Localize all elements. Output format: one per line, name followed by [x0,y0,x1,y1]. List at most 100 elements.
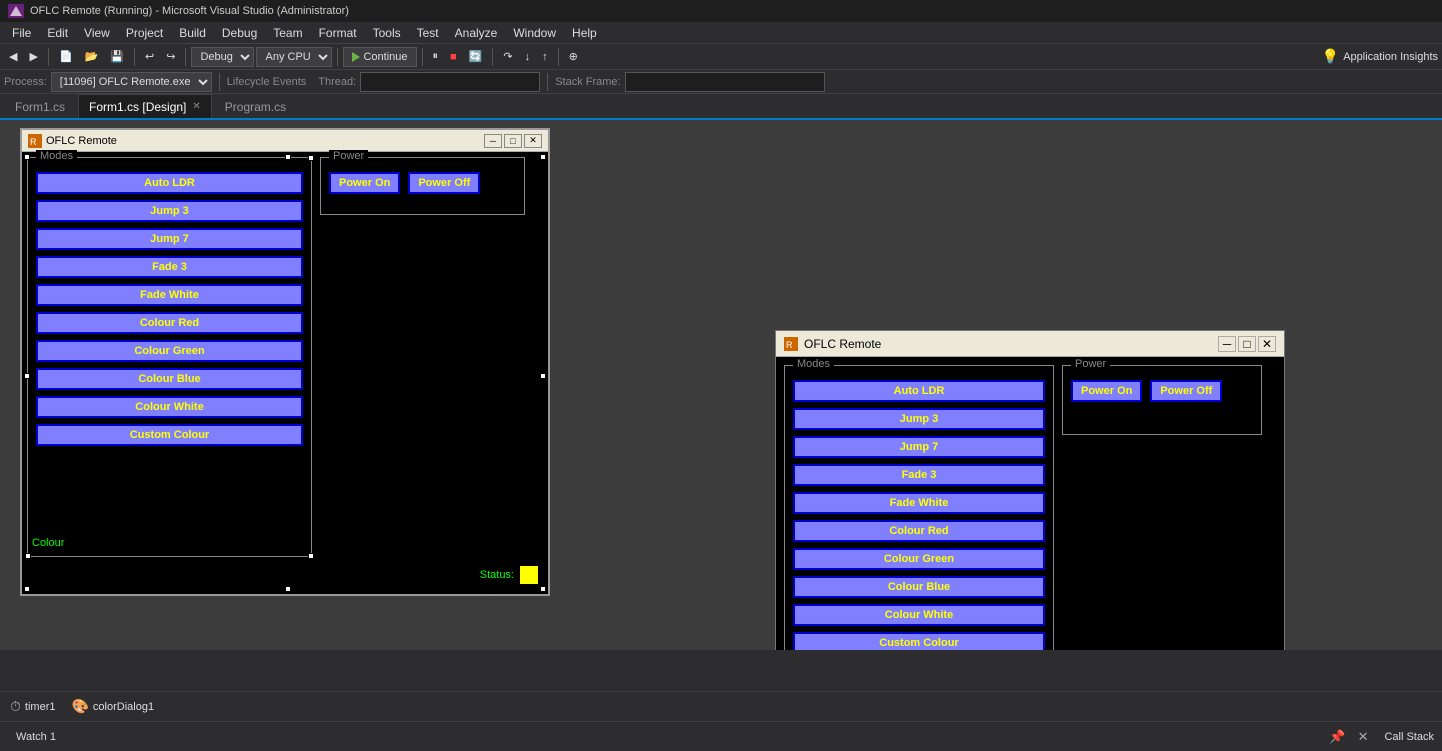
runtime-title: OFLC Remote [804,337,881,351]
designer-colour-red-btn[interactable]: Colour Red [36,312,303,334]
cpu-select[interactable]: Any CPU [256,47,332,67]
menu-tools[interactable]: Tools [365,24,409,42]
tb-sep-7 [558,48,559,66]
tb-sep-3 [185,48,186,66]
sel-handle-bm[interactable] [285,586,291,592]
designer-auto-ldr-btn[interactable]: Auto LDR [36,172,303,194]
tb-pause-btn[interactable]: ⏸ [428,46,444,68]
runtime-colour-white-btn[interactable]: Colour White [793,604,1045,626]
tb-step-out[interactable]: ↑ [537,46,553,68]
designer-minimize-btn[interactable]: ─ [484,134,502,148]
runtime-fade3-btn[interactable]: Fade 3 [793,464,1045,486]
close-panel-btn[interactable]: ✕ [1354,727,1373,747]
sel-handle-tm[interactable] [285,154,291,160]
designer-custom-colour-btn[interactable]: Custom Colour [36,424,303,446]
tb-step-over[interactable]: ↷ [498,46,517,68]
tb-step-into[interactable]: ↓ [520,46,536,68]
tab-form1-cs-design-label: Form1.cs [Design] [89,100,186,114]
tb-undo-btn[interactable]: ↩ [140,46,159,68]
tb-breakpoints[interactable]: ⊕ [564,46,583,68]
tab-program-cs[interactable]: Program.cs [214,94,297,118]
designer-power-off-btn[interactable]: Power Off [408,172,480,194]
sel-handle-tr[interactable] [540,154,546,160]
sel-handle-bl[interactable] [24,586,30,592]
color-dialog-label: colorDialog1 [93,701,154,713]
toolbar: ◀ ▶ 📄 📂 💾 ↩ ↪ Debug Any CPU Continue ⏸ ■… [0,44,1442,70]
runtime-colour-blue-btn[interactable]: Colour Blue [793,576,1045,598]
runtime-power-off-btn[interactable]: Power Off [1150,380,1222,402]
designer-modes-label: Modes [36,150,77,162]
menu-test[interactable]: Test [409,24,447,42]
runtime-window: R OFLC Remote ─ □ ✕ Modes Auto LDR Jump … [775,330,1285,650]
runtime-colour-red-btn[interactable]: Colour Red [793,520,1045,542]
menu-build[interactable]: Build [171,24,214,42]
designer-jump7-btn[interactable]: Jump 7 [36,228,303,250]
menu-view[interactable]: View [76,24,118,42]
tb-stop-btn[interactable]: ■ [445,46,462,68]
menu-window[interactable]: Window [505,24,564,42]
timer1-tray-item: ⏱ timer1 [10,698,55,715]
stack-frame-input[interactable] [625,72,825,92]
designer-fade-white-btn[interactable]: Fade White [36,284,303,306]
designer-fade3-btn[interactable]: Fade 3 [36,256,303,278]
runtime-power-on-btn[interactable]: Power On [1071,380,1142,402]
tb-forward-btn[interactable]: ▶ [24,46,42,68]
tab-form1-cs-design[interactable]: Form1.cs [Design] ✕ [78,94,212,118]
designer-colour-white-btn[interactable]: Colour White [36,396,303,418]
designer-modes-group: Modes Auto LDR Jump 3 Jump 7 Fade 3 Fade… [27,157,312,557]
tb-redo-btn[interactable]: ↪ [161,46,180,68]
tab-form1-cs-design-close[interactable]: ✕ [192,101,200,112]
tb-new-btn[interactable]: 📄 [54,46,78,68]
runtime-custom-colour-btn[interactable]: Custom Colour [793,632,1045,650]
continue-button[interactable]: Continue [343,47,416,67]
debug-mode-select[interactable]: Debug [191,47,254,67]
designer-maximize-btn[interactable]: □ [504,134,522,148]
designer-colour-blue-btn[interactable]: Colour Blue [36,368,303,390]
runtime-fade-white-btn[interactable]: Fade White [793,492,1045,514]
designer-window: R OFLC Remote ─ □ ✕ [20,128,550,596]
runtime-jump3-btn[interactable]: Jump 3 [793,408,1045,430]
process-label: Process: [4,76,47,88]
tb-open-btn[interactable]: 📂 [80,46,104,68]
watch1-tab[interactable]: Watch 1 [8,729,64,745]
tab-program-cs-label: Program.cs [225,100,286,114]
tb-back-btn[interactable]: ◀ [4,46,22,68]
thread-input[interactable] [360,72,540,92]
pin-icon-btn[interactable]: 📌 [1325,727,1349,747]
runtime-colour-green-btn[interactable]: Colour Green [793,548,1045,570]
designer-colour-green-btn[interactable]: Colour Green [36,340,303,362]
runtime-jump7-btn[interactable]: Jump 7 [793,436,1045,458]
designer-close-btn[interactable]: ✕ [524,134,542,148]
menu-team[interactable]: Team [265,24,310,42]
sel-handle-ml[interactable] [24,373,30,379]
menu-edit[interactable]: Edit [39,24,76,42]
runtime-minimize-btn[interactable]: ─ [1218,336,1236,352]
main-content: R OFLC Remote ─ □ ✕ [0,120,1442,650]
process-select[interactable]: [11096] OFLC Remote.exe [51,72,212,92]
lifecycle-label: Lifecycle Events [227,76,306,88]
tab-form1-cs[interactable]: Form1.cs [4,94,76,118]
application-insights-button[interactable]: 💡 Application Insights [1322,48,1438,65]
designer-power-on-btn[interactable]: Power On [329,172,400,194]
modes-sel-br[interactable] [308,553,314,559]
menu-format[interactable]: Format [311,24,365,42]
menu-file[interactable]: File [4,24,39,42]
menu-analyze[interactable]: Analyze [447,24,506,42]
runtime-maximize-btn[interactable]: □ [1238,336,1256,352]
designer-status-box [520,566,538,584]
runtime-close-btn[interactable]: ✕ [1258,336,1276,352]
menu-debug[interactable]: Debug [214,24,265,42]
menu-project[interactable]: Project [118,24,171,42]
sel-handle-br[interactable] [540,586,546,592]
tb-save-btn[interactable]: 💾 [105,46,129,68]
designer-jump3-btn[interactable]: Jump 3 [36,200,303,222]
svg-text:R: R [30,137,37,147]
sel-handle-tl[interactable] [24,154,30,160]
color-dialog-tray-item: 🎨 colorDialog1 [71,698,154,715]
sel-handle-mr[interactable] [540,373,546,379]
tb-restart-btn[interactable]: 🔄 [464,46,488,68]
runtime-auto-ldr-btn[interactable]: Auto LDR [793,380,1045,402]
modes-sel-bl[interactable] [25,553,31,559]
modes-sel-tr[interactable] [308,155,314,161]
menu-help[interactable]: Help [564,24,605,42]
